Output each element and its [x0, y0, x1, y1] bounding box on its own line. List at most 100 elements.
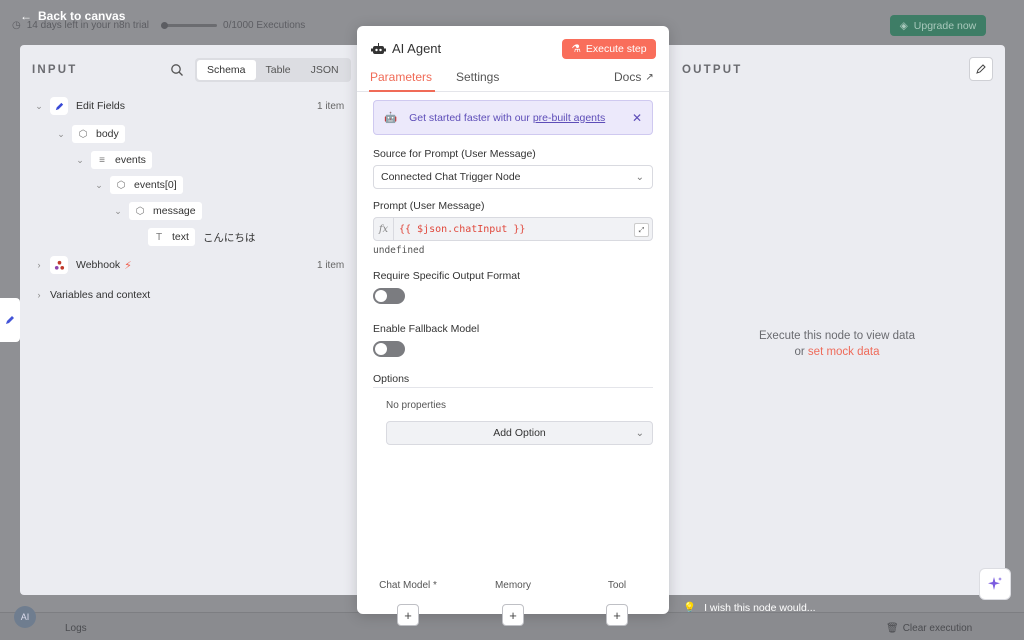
text-value: こんにちは	[202, 231, 256, 244]
tree-item-events[interactable]: ⌄ ≡ events	[75, 150, 152, 170]
edit-node-button[interactable]	[0, 298, 20, 342]
add-chat-model-button[interactable]: +	[397, 604, 419, 626]
variables-label: Variables and context	[50, 289, 151, 301]
edit-output-button[interactable]	[969, 57, 993, 81]
tree-item-message[interactable]: ⌄ ⬡ message	[113, 201, 202, 221]
prebuilt-agents-link[interactable]: pre-built agents	[533, 112, 605, 124]
clear-execution-button[interactable]: 🗑 Clear execution	[886, 623, 972, 634]
prompt-expression: {{ $json.chatInput }}	[399, 223, 526, 235]
source-select[interactable]: Connected Chat Trigger Node ⌄	[373, 165, 653, 189]
object-icon: ⬡	[78, 128, 88, 140]
add-option-dropdown[interactable]: Add Option ⌄	[386, 421, 653, 445]
list-icon: ≡	[99, 154, 105, 166]
flask-icon: ⚗	[571, 43, 581, 55]
expand-icon[interactable]: ⤢	[634, 223, 649, 237]
chevron-down-icon: ⌄	[114, 205, 122, 216]
text-type-icon: T	[155, 231, 163, 243]
diamond-icon: ◈	[899, 19, 908, 32]
memory-label: Memory	[494, 580, 532, 591]
tree-node-variables[interactable]: › Variables and context	[34, 285, 151, 305]
tree-item-body[interactable]: ⌄ ⬡ body	[56, 124, 125, 144]
prompt-expression-input[interactable]: fx {{ $json.chatInput }} ⤢	[373, 217, 653, 241]
logs-label[interactable]: Logs	[65, 623, 87, 634]
upgrade-label: Upgrade now	[913, 19, 977, 32]
executions-progress	[161, 22, 218, 29]
source-label: Source for Prompt (User Message)	[373, 148, 536, 160]
no-properties-text: No properties	[386, 400, 447, 411]
executions-count: 0/1000 Executions	[223, 20, 306, 31]
output-title: OUTPUT	[682, 64, 743, 76]
active-tab-indicator	[369, 90, 435, 92]
fx-icon: fx	[374, 218, 394, 240]
clear-execution-label: Clear execution	[902, 623, 973, 634]
set-mock-data-link[interactable]: set mock data	[808, 346, 880, 358]
chevron-down-icon: ⌄	[635, 171, 644, 183]
fallback-label: Enable Fallback Model	[373, 323, 480, 335]
add-option-label: Add Option	[493, 427, 546, 439]
events-key: events	[115, 154, 146, 166]
execute-step-button[interactable]: ⚗ Execute step	[562, 39, 656, 59]
pencil-icon	[6, 316, 14, 324]
pencil-icon	[50, 97, 68, 115]
plus-icon: +	[509, 607, 517, 623]
node-tabs: Parameters Settings Docs ↗	[357, 64, 669, 92]
node-title: AI Agent	[371, 41, 441, 56]
tree-item-text[interactable]: Ttext こんにちは	[148, 227, 255, 247]
tree-node-edit-fields[interactable]: ⌄ Edit Fields	[34, 96, 125, 116]
avatar[interactable]: AI	[14, 606, 36, 628]
output-msg-or: or	[794, 346, 805, 358]
view-tab-schema[interactable]: Schema	[197, 60, 256, 80]
robot-icon: 🤖	[384, 112, 398, 124]
execute-step-label: Execute step	[585, 43, 647, 55]
close-icon[interactable]: ✕	[632, 111, 642, 125]
tab-settings[interactable]: Settings	[456, 70, 499, 84]
lightning-icon: ⚡	[124, 259, 132, 272]
chevron-right-icon: ›	[37, 290, 41, 300]
input-title: INPUT	[32, 64, 78, 76]
pencil-icon	[976, 64, 986, 74]
edit-fields-count: 1 item	[317, 101, 345, 112]
fallback-toggle[interactable]	[373, 341, 405, 357]
docs-link[interactable]: Docs ↗	[614, 70, 654, 84]
arrow-left-icon: ←	[20, 9, 32, 23]
node-title-text: AI Agent	[392, 41, 442, 56]
output-empty-message: Execute this node to view data or set mo…	[737, 328, 937, 360]
edit-fields-label: Edit Fields	[76, 100, 126, 112]
view-tab-json[interactable]: JSON	[301, 60, 349, 80]
body-key: body	[96, 128, 119, 140]
plus-icon: +	[613, 607, 621, 623]
back-to-canvas-button[interactable]: ← Back to canvas	[20, 9, 125, 23]
output-msg-line1: Execute this node to view data	[759, 330, 915, 342]
add-tool-button[interactable]: +	[606, 604, 628, 626]
back-label: Back to canvas	[38, 9, 126, 23]
view-switcher: Schema Table JSON	[195, 58, 351, 82]
options-divider	[373, 387, 653, 388]
object-icon: ⬡	[135, 205, 145, 217]
add-memory-button[interactable]: +	[502, 604, 524, 626]
sparkle-icon	[988, 577, 1002, 590]
chevron-down-icon: ⌄	[35, 100, 43, 111]
tree-node-webhook[interactable]: › Webhook ⚡	[34, 255, 132, 275]
chevron-down-icon: ⌄	[95, 179, 103, 190]
require-format-label: Require Specific Output Format	[373, 270, 521, 282]
view-tab-table[interactable]: Table	[256, 60, 301, 80]
search-icon[interactable]	[170, 63, 184, 77]
prompt-result: undefined	[373, 245, 425, 256]
docs-label: Docs	[614, 70, 642, 84]
chevron-down-icon: ⌄	[635, 427, 644, 439]
prompt-label: Prompt (User Message)	[373, 200, 485, 212]
upgrade-button[interactable]: ◈ Upgrade now	[890, 15, 986, 36]
require-format-toggle[interactable]	[373, 288, 405, 304]
chat-model-label: Chat Model *	[379, 580, 437, 591]
text-key: text	[172, 231, 189, 243]
object-icon: ⬡	[116, 179, 126, 191]
ai-assistant-button[interactable]	[979, 568, 1011, 600]
events0-key: events[0]	[134, 179, 177, 191]
chevron-right-icon: ›	[37, 260, 41, 270]
robot-icon	[371, 42, 386, 54]
tab-parameters[interactable]: Parameters	[370, 70, 432, 84]
message-key: message	[153, 205, 196, 217]
input-panel: INPUT Schema Table JSON ⌄ Edit Fields 1 …	[20, 45, 357, 595]
tree-item-events0[interactable]: ⌄ ⬡ events[0]	[94, 175, 183, 195]
source-value: Connected Chat Trigger Node	[381, 171, 521, 183]
